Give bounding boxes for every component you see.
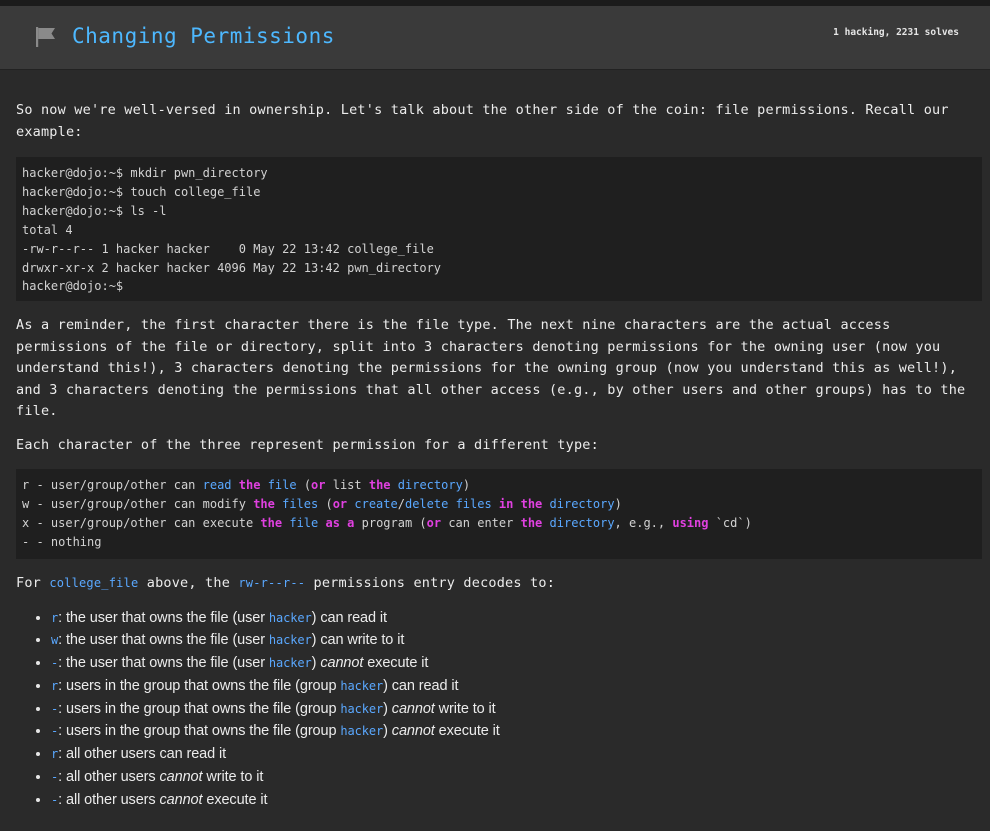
flag-icon [36, 27, 55, 47]
code-line: -rw-r--r-- 1 hacker hacker 0 May 22 13:4… [22, 241, 434, 256]
decode-middle: above, the [146, 575, 231, 591]
list-item: -: all other users cannot write to it [51, 766, 982, 789]
list-item: -: all other users cannot execute it [51, 789, 982, 812]
code-line: hacker@dojo:~$ mkdir pwn_directory [22, 166, 268, 180]
code-line: hacker@dojo:~$ ls -l [22, 203, 167, 218]
challenge-title: Changing Permissions [72, 24, 335, 48]
list-item: w: the user that owns the file (user hac… [51, 629, 982, 652]
reminder-paragraph: As a reminder, the first character there… [16, 317, 966, 419]
list-item: r: users in the group that owns the file… [51, 675, 982, 698]
decode-prefix: For [16, 575, 41, 591]
code-line: hacker@dojo:~$ [22, 279, 124, 294]
permission-table: r - user/group/other can read the file (… [16, 469, 982, 559]
perm-line-w: w - user/group/other can modify the file… [22, 496, 622, 511]
perms-code: rw-r--r-- [238, 576, 306, 590]
intro-paragraph: So now we're well-versed in ownership. L… [16, 102, 949, 140]
list-item: r: all other users can read it [51, 743, 982, 766]
code-line: drwxr-xr-x 2 hacker hacker 4096 May 22 1… [22, 260, 442, 275]
code-line: total 4 [22, 222, 73, 237]
challenge-description: So now we're well-versed in ownership. L… [16, 100, 982, 812]
list-item: -: users in the group that owns the file… [51, 698, 982, 721]
list-item: -: users in the group that owns the file… [51, 720, 982, 743]
perm-line-r: r - user/group/other can read the file (… [22, 478, 471, 492]
each-char-paragraph: Each character of the three represent pe… [16, 436, 599, 453]
solve-stats: 1 hacking, 2231 solves [833, 27, 959, 38]
decode-suffix: permissions entry decodes to: [313, 575, 556, 591]
challenge-header[interactable]: Changing Permissions 1 hacking, 2231 sol… [0, 6, 990, 70]
decode-paragraph: For college_file above, the rw-r--r-- pe… [16, 573, 982, 595]
perm-line-x: x - user/group/other can execute the fil… [22, 515, 752, 530]
list-item: -: the user that owns the file (user hac… [51, 652, 982, 675]
file-name-code: college_file [49, 576, 139, 590]
code-example: hacker@dojo:~$ mkdir pwn_directory hacke… [16, 157, 982, 301]
list-item: r: the user that owns the file (user hac… [51, 607, 982, 630]
perm-line-none: - - nothing [22, 534, 102, 549]
code-line: hacker@dojo:~$ touch college_file [22, 184, 261, 199]
permission-breakdown-list: r: the user that owns the file (user hac… [16, 607, 982, 812]
